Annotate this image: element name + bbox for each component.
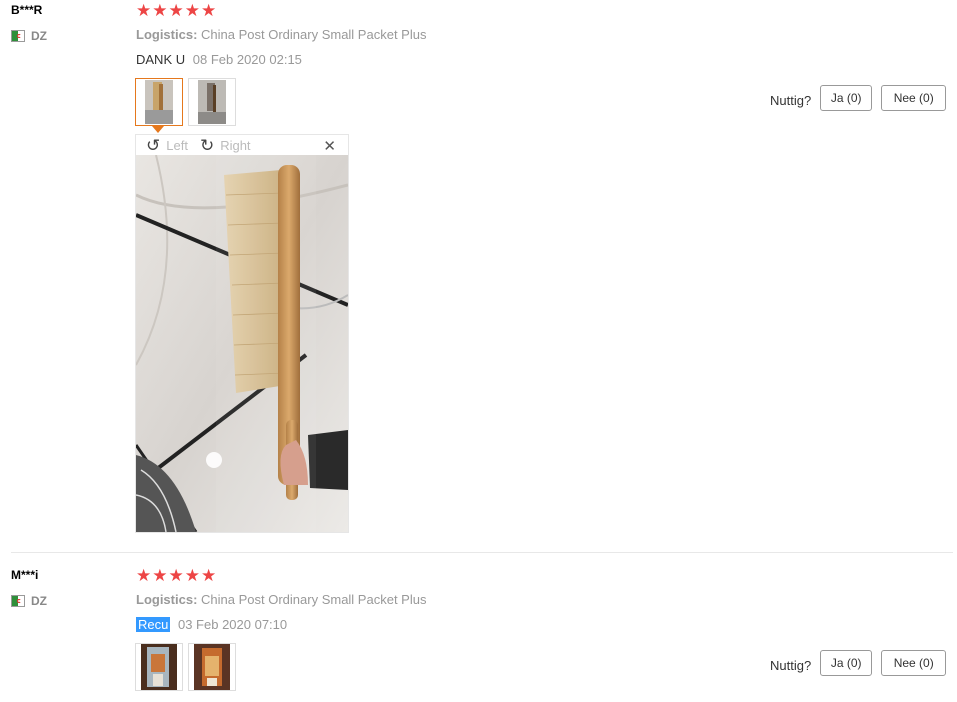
photo-thumbnails	[135, 643, 236, 691]
review-photo	[136, 155, 348, 532]
helpful-vote: Nuttig? Ja (0) Nee (0)	[770, 650, 947, 676]
country-code: DZ	[31, 594, 47, 608]
rotate-right-button[interactable]: ↻ Right	[200, 137, 251, 154]
photo-thumbnails	[135, 78, 236, 133]
feedback: DANK U 08 Feb 2020 02:15	[136, 52, 302, 67]
helpful-yes-button[interactable]: Ja (0)	[820, 85, 873, 111]
flag-icon	[11, 595, 25, 607]
viewer-toolbar: ↺ Left ↻ Right ✕	[136, 135, 348, 156]
review-divider	[11, 552, 953, 553]
rotate-right-icon: ↻	[199, 135, 215, 155]
star-rating: ★★★★★	[136, 1, 218, 20]
rotate-right-label: Right	[220, 137, 251, 153]
logistics-label: Logistics:	[136, 592, 198, 607]
helpful-label: Nuttig?	[770, 657, 812, 673]
feedback-date: 03 Feb 2020 07:10	[177, 617, 288, 632]
helpful-vote: Nuttig? Ja (0) Nee (0)	[770, 85, 947, 111]
reviewer-country: DZ	[11, 29, 47, 43]
logistics-value: China Post Ordinary Small Packet Plus	[201, 592, 427, 607]
logistics-value: China Post Ordinary Small Packet Plus	[201, 27, 427, 42]
feedback-text: Recu	[136, 617, 171, 632]
photo-thumbnail[interactable]	[188, 643, 236, 691]
feedback-text: DANK U	[136, 52, 186, 67]
flag-icon	[11, 30, 25, 42]
helpful-label: Nuttig?	[770, 92, 812, 108]
reviewer-name: M***i	[11, 568, 39, 582]
logistics-info: Logistics: China Post Ordinary Small Pac…	[136, 592, 426, 607]
country-code: DZ	[31, 29, 47, 43]
photo-thumbnail[interactable]	[135, 78, 183, 133]
rotate-left-button[interactable]: ↺ Left	[146, 137, 188, 154]
rotate-left-label: Left	[166, 137, 188, 153]
close-icon[interactable]: ✕	[323, 137, 336, 155]
image-viewer: ↺ Left ↻ Right ✕	[135, 134, 349, 533]
feedback-date: 08 Feb 2020 02:15	[192, 52, 302, 67]
feedback: Recu 03 Feb 2020 07:10	[136, 617, 287, 632]
reviewer-country: DZ	[11, 594, 47, 608]
helpful-yes-button[interactable]: Ja (0)	[820, 650, 873, 676]
logistics-info: Logistics: China Post Ordinary Small Pac…	[136, 27, 426, 42]
reviewer-name: B***R	[11, 3, 43, 17]
helpful-no-button[interactable]: Nee (0)	[881, 650, 947, 676]
helpful-no-button[interactable]: Nee (0)	[881, 85, 947, 111]
logistics-label: Logistics:	[136, 27, 198, 42]
star-rating: ★★★★★	[136, 566, 218, 585]
rotate-left-icon: ↺	[146, 135, 161, 155]
photo-thumbnail[interactable]	[188, 78, 236, 126]
photo-thumbnail[interactable]	[135, 643, 183, 691]
